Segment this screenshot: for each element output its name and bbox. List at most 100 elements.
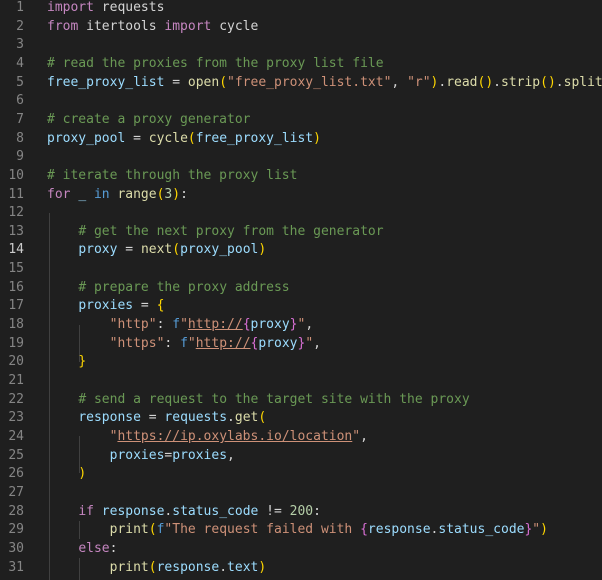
code-token: =	[133, 298, 157, 314]
code-line[interactable]: 15	[0, 260, 602, 279]
code-token: .	[555, 74, 564, 90]
line-code: proxy = next(proxy_pool)	[47, 241, 266, 260]
code-token: range	[117, 186, 157, 202]
code-line[interactable]: 20 }	[0, 353, 602, 372]
line-number: 6	[16, 93, 24, 109]
line-code: for _ in range(3):	[47, 186, 188, 205]
code-line[interactable]: 31 print(response.text)	[0, 559, 602, 578]
code-token: response	[78, 410, 141, 426]
code-token: f	[180, 335, 188, 351]
code-line[interactable]: 24 "https://ip.oxylabs.io/location",	[0, 428, 602, 447]
code-line[interactable]: 8 proxy_pool = cycle(free_proxy_list)	[0, 130, 602, 149]
code-line[interactable]: 26 )	[0, 465, 602, 484]
code-line[interactable]: 19 "https": f"http://{proxy}",	[0, 335, 602, 354]
code-line[interactable]: 17 proxies = {	[0, 297, 602, 316]
code-line[interactable]: 13 # get the next proxy from the generat…	[0, 223, 602, 242]
code-line[interactable]: 6	[0, 92, 602, 111]
code-token: # read the proxies from the proxy list f…	[47, 55, 384, 71]
line-code: # get the next proxy from the generator	[47, 223, 384, 242]
code-line[interactable]: 22 # send a request to the target site w…	[0, 391, 602, 410]
code-token: proxies	[78, 298, 134, 314]
code-line[interactable]: 7 # create a proxy generator	[0, 111, 602, 130]
code-line[interactable]: 30 else:	[0, 540, 602, 559]
line-number: 1	[16, 0, 24, 15]
line-code: # send a request to the target site with…	[47, 391, 469, 410]
line-number: 9	[16, 149, 24, 165]
code-token: )	[540, 522, 548, 538]
code-line[interactable]: 5 free_proxy_list = open("free_proxy_list…	[0, 74, 602, 93]
code-token: )	[485, 74, 494, 90]
code-line[interactable]: 9	[0, 148, 602, 167]
code-token: .	[219, 559, 228, 575]
code-token: =	[140, 410, 165, 426]
code-token: ,	[360, 428, 368, 444]
code-line[interactable]: 2 from itertools import cycle	[0, 18, 602, 37]
code-line[interactable]: 3	[0, 36, 602, 55]
line-number: 18	[8, 317, 24, 333]
line-number: 16	[8, 279, 24, 295]
code-line[interactable]: 12	[0, 204, 602, 223]
code-line[interactable]: 29 print(f"The request failed with {resp…	[0, 521, 602, 540]
code-token: "r"	[407, 74, 431, 90]
code-token: proxy	[250, 317, 290, 333]
code-token: "https"	[109, 335, 165, 351]
code-line[interactable]: 21	[0, 372, 602, 391]
code-token: proxy	[258, 335, 298, 351]
code-token: proxy_pool	[180, 242, 259, 258]
code-line[interactable]: 25 proxies=proxies,	[0, 447, 602, 466]
code-editor[interactable]: 1 import requests 2 from itertools import c…	[0, 0, 602, 580]
line-code: "https": f"http://{proxy}",	[47, 335, 321, 354]
code-line[interactable]: 23 response = requests.get(	[0, 409, 602, 428]
code-token: (	[540, 74, 548, 90]
code-token: ,	[227, 447, 235, 463]
line-code: # iterate through the proxy list	[47, 167, 297, 186]
line-number: 10	[8, 167, 24, 183]
line-number: 23	[8, 410, 24, 426]
code-token: {	[360, 522, 368, 538]
code-line[interactable]: 1 import requests	[0, 0, 602, 18]
code-token: # get the next proxy from the generator	[78, 223, 384, 239]
line-number: 26	[8, 466, 24, 482]
line-number: 8	[16, 130, 24, 146]
code-token: open	[187, 74, 220, 90]
code-line[interactable]: 28 if response.status_code != 200:	[0, 503, 602, 522]
line-number: 12	[8, 205, 24, 221]
code-line[interactable]: 11 for _ in range(3):	[0, 186, 602, 205]
line-number: 28	[8, 503, 24, 519]
code-token: read	[446, 74, 478, 90]
line-number: 3	[16, 37, 24, 53]
code-line[interactable]: 4 # read the proxies from the proxy list …	[0, 55, 602, 74]
line-number: 5	[16, 74, 24, 90]
code-token: cycle	[211, 18, 259, 34]
code-token: )	[547, 74, 556, 90]
code-token: for	[47, 186, 71, 202]
code-line[interactable]: 18 "http": f"http://{proxy}",	[0, 316, 602, 335]
line-code: else:	[47, 540, 117, 559]
code-token: f	[172, 317, 181, 333]
code-line[interactable]: 16 # prepare the proxy address	[0, 279, 602, 298]
code-line[interactable]: 10 # iterate through the proxy list	[0, 167, 602, 186]
code-token: (	[148, 559, 157, 575]
line-number: 21	[8, 373, 24, 388]
code-line[interactable]: 27	[0, 484, 602, 503]
line-code: "https://ip.oxylabs.io/location",	[47, 428, 368, 447]
line-code: proxy_pool = cycle(free_proxy_list)	[47, 130, 321, 149]
code-token: split	[563, 74, 602, 90]
code-token: _	[78, 186, 87, 202]
code-token: "	[187, 335, 196, 351]
line-number: 14	[8, 242, 24, 258]
code-token: requests	[164, 410, 228, 426]
line-number: 20	[8, 354, 24, 370]
code-line[interactable]: 14 proxy = next(proxy_pool)	[0, 241, 602, 260]
code-token: "http"	[109, 317, 157, 333]
code-token: proxy_pool	[47, 130, 126, 146]
line-number: 30	[8, 540, 24, 556]
line-code: response = requests.get(	[47, 409, 266, 428]
